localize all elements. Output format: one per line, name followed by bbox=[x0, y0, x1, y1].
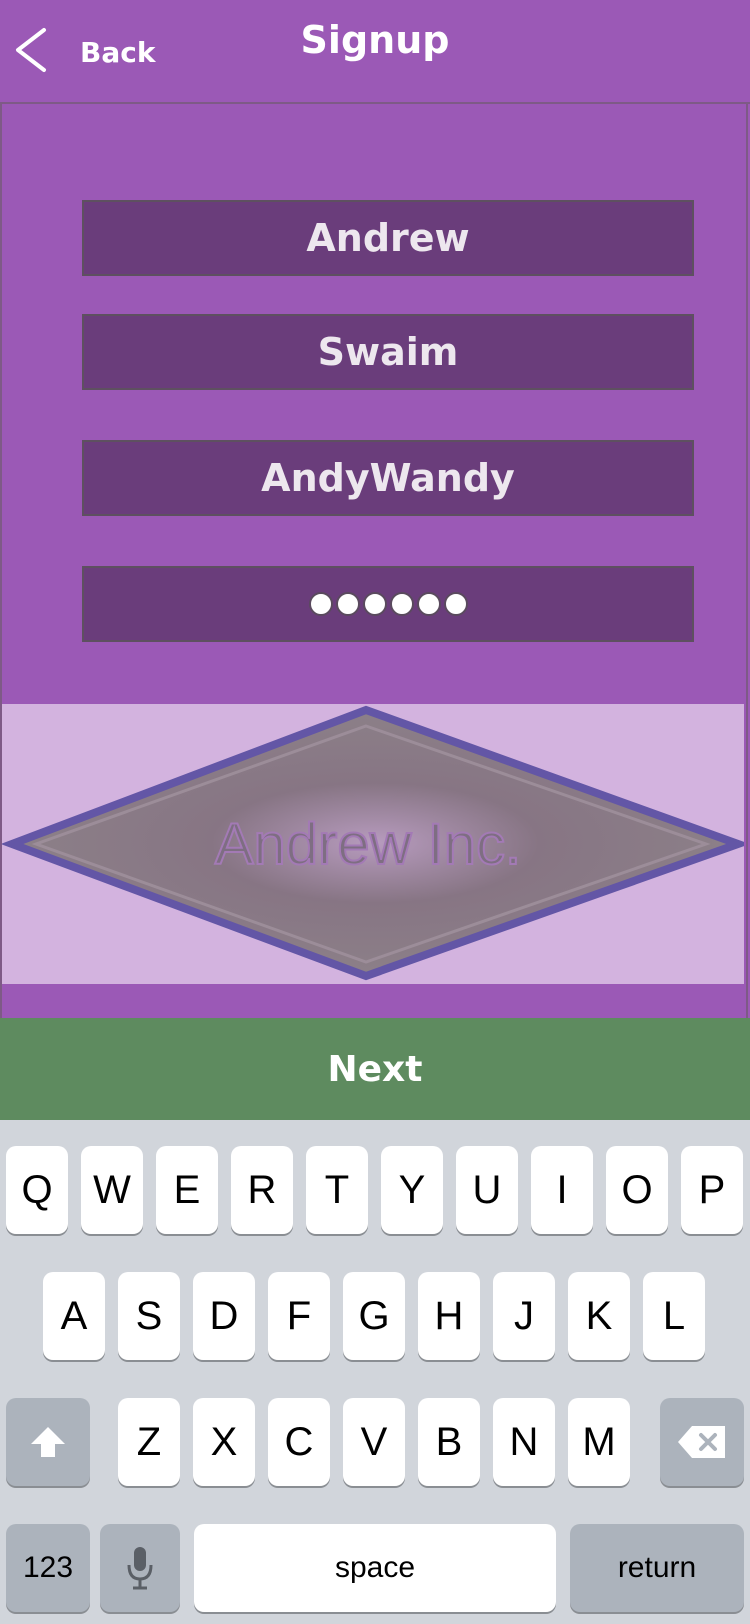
logo-text: Andrew Inc. bbox=[215, 812, 521, 877]
key-b[interactable]: B bbox=[418, 1398, 480, 1486]
username-value: AndyWandy bbox=[261, 456, 515, 500]
keyboard: Q W E R T Y U I O P A S D F G H J K L Z X C V B N M 123 space return bbox=[0, 1120, 750, 1624]
password-field[interactable] bbox=[82, 566, 694, 642]
key-i[interactable]: I bbox=[531, 1146, 593, 1234]
password-mask bbox=[308, 592, 468, 616]
nav-bar: Back Signup bbox=[0, 0, 750, 104]
first-name-field[interactable]: Andrew bbox=[82, 200, 694, 276]
shift-icon bbox=[31, 1427, 65, 1457]
last-name-field[interactable]: Swaim bbox=[82, 314, 694, 390]
backspace-key[interactable] bbox=[660, 1398, 744, 1486]
key-label: Y bbox=[398, 1167, 426, 1212]
dictation-key[interactable] bbox=[100, 1524, 180, 1612]
next-button[interactable]: Next bbox=[0, 1018, 750, 1120]
password-dot bbox=[308, 592, 333, 616]
key-e[interactable]: E bbox=[156, 1146, 218, 1234]
key-label: P bbox=[698, 1167, 726, 1212]
key-label: 123 bbox=[22, 1551, 74, 1584]
key-j[interactable]: J bbox=[493, 1272, 555, 1360]
key-w[interactable]: W bbox=[81, 1146, 143, 1234]
key-s[interactable]: S bbox=[118, 1272, 180, 1360]
key-p[interactable]: P bbox=[681, 1146, 743, 1234]
key-l[interactable]: L bbox=[643, 1272, 705, 1360]
logo-diamond-icon: Andrew Inc. bbox=[2, 705, 744, 981]
key-label: T bbox=[324, 1167, 350, 1212]
username-field[interactable]: AndyWandy bbox=[82, 440, 694, 516]
key-h[interactable]: H bbox=[418, 1272, 480, 1360]
password-dot bbox=[416, 592, 441, 616]
key-label: K bbox=[585, 1293, 613, 1338]
key-label: N bbox=[509, 1419, 539, 1464]
first-name-value: Andrew bbox=[306, 216, 470, 260]
key-label: X bbox=[210, 1419, 238, 1464]
signup-form: Andrew Swaim AndyWandy Andrew Inc. bbox=[0, 104, 748, 1018]
key-label: Q bbox=[21, 1167, 53, 1212]
key-label: B bbox=[435, 1419, 463, 1464]
key-g[interactable]: G bbox=[343, 1272, 405, 1360]
next-label: Next bbox=[327, 1048, 423, 1090]
key-v[interactable]: V bbox=[343, 1398, 405, 1486]
key-x[interactable]: X bbox=[193, 1398, 255, 1486]
key-y[interactable]: Y bbox=[381, 1146, 443, 1234]
last-name-value: Swaim bbox=[317, 330, 459, 374]
backspace-icon bbox=[678, 1426, 725, 1458]
key-label: V bbox=[360, 1419, 388, 1464]
shift-key[interactable] bbox=[6, 1398, 90, 1486]
key-label: W bbox=[93, 1167, 131, 1212]
key-o[interactable]: O bbox=[606, 1146, 668, 1234]
key-label: R bbox=[247, 1167, 277, 1212]
key-label: A bbox=[60, 1293, 88, 1338]
key-d[interactable]: D bbox=[193, 1272, 255, 1360]
key-label: J bbox=[514, 1293, 534, 1338]
company-logo: Andrew Inc. bbox=[2, 704, 744, 984]
key-label: D bbox=[209, 1293, 239, 1338]
key-label: H bbox=[434, 1293, 464, 1338]
return-key[interactable]: return bbox=[570, 1524, 744, 1612]
key-z[interactable]: Z bbox=[118, 1398, 180, 1486]
key-t[interactable]: T bbox=[306, 1146, 368, 1234]
password-dot bbox=[362, 592, 387, 616]
page-title: Signup bbox=[300, 18, 450, 62]
key-r[interactable]: R bbox=[231, 1146, 293, 1234]
key-n[interactable]: N bbox=[493, 1398, 555, 1486]
key-label: E bbox=[173, 1167, 201, 1212]
key-q[interactable]: Q bbox=[6, 1146, 68, 1234]
key-c[interactable]: C bbox=[268, 1398, 330, 1486]
key-label: S bbox=[135, 1293, 163, 1338]
numbers-key[interactable]: 123 bbox=[6, 1524, 90, 1612]
key-a[interactable]: A bbox=[43, 1272, 105, 1360]
key-label: C bbox=[284, 1419, 314, 1464]
key-label: F bbox=[286, 1293, 312, 1338]
space-key[interactable]: space bbox=[194, 1524, 556, 1612]
key-u[interactable]: U bbox=[456, 1146, 518, 1234]
microphone-icon bbox=[127, 1547, 153, 1590]
key-label: Z bbox=[136, 1419, 162, 1464]
key-f[interactable]: F bbox=[268, 1272, 330, 1360]
key-label: I bbox=[556, 1167, 568, 1212]
key-label: O bbox=[621, 1167, 653, 1212]
key-label: L bbox=[662, 1293, 686, 1338]
key-k[interactable]: K bbox=[568, 1272, 630, 1360]
key-m[interactable]: M bbox=[568, 1398, 630, 1486]
password-dot bbox=[389, 592, 414, 616]
key-label: M bbox=[582, 1419, 616, 1464]
key-label: U bbox=[472, 1167, 502, 1212]
key-label: G bbox=[358, 1293, 390, 1338]
key-label: space bbox=[334, 1551, 416, 1584]
key-label: return bbox=[617, 1551, 697, 1584]
password-dot bbox=[443, 592, 468, 616]
password-dot bbox=[335, 592, 360, 616]
